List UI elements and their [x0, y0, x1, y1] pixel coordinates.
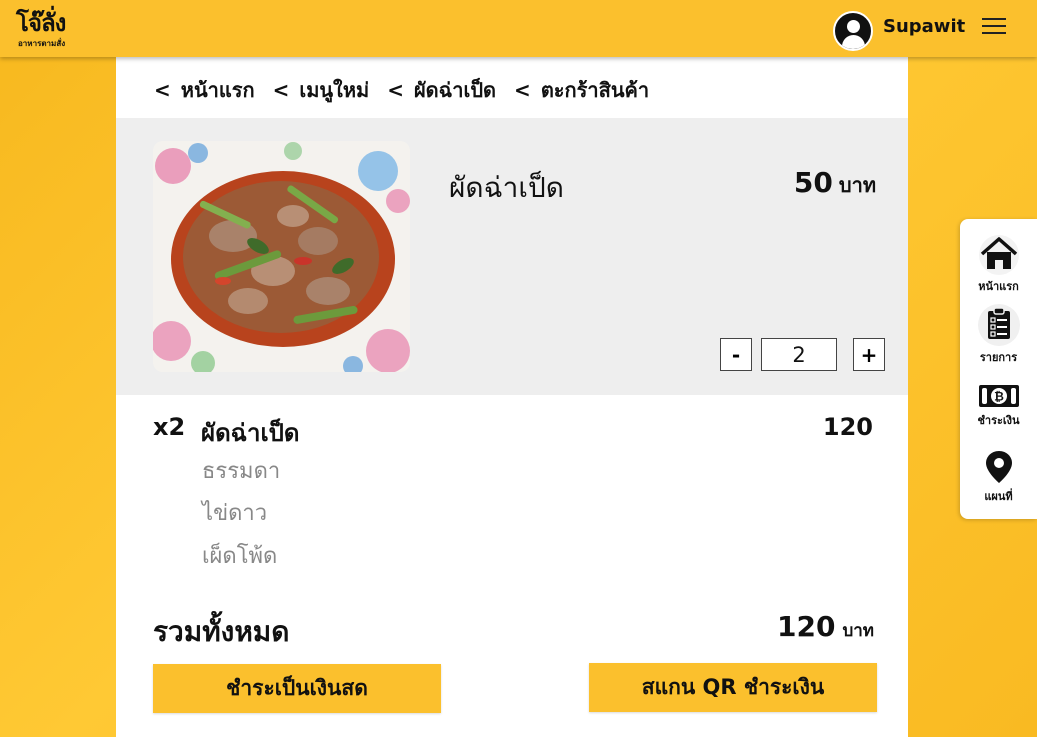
decrease-quantity-button[interactable]: - — [720, 338, 752, 371]
breadcrumb-label: เมนูใหม่ — [299, 78, 370, 102]
logo-subtitle: อาหารตามสั่ง — [18, 39, 66, 48]
nav-label: ชำระเงิน — [977, 414, 1020, 427]
price-value: 50 — [793, 166, 833, 199]
nav-item-payment[interactable]: ₿ ชำระเงิน — [960, 383, 1037, 429]
total-value: 120 — [777, 610, 836, 643]
home-icon — [978, 235, 1019, 275]
increase-quantity-button[interactable]: + — [853, 338, 885, 371]
order-quantity: x2 — [153, 413, 186, 441]
breadcrumb-item-cart[interactable]: < ตะกร้าสินค้า — [514, 74, 649, 106]
order-item-name: ผัดฉ่าเป็ด — [201, 419, 300, 447]
chevron-left-icon: < — [154, 78, 171, 102]
total-label: รวมทั้งหมด — [153, 615, 290, 648]
pay-cash-button[interactable]: ชำระเป็นเงินสด — [153, 664, 441, 713]
hamburger-menu-icon[interactable] — [982, 18, 1006, 36]
avatar-body-shape — [842, 35, 865, 49]
order-option: เผ็ดโพ้ด — [202, 544, 278, 569]
total-unit: บาท — [842, 621, 874, 641]
product-card: ผัดฉ่าเป็ด 50 บาท - + — [116, 118, 908, 395]
nav-label: รายการ — [979, 351, 1018, 364]
chevron-left-icon: < — [387, 78, 404, 102]
price-unit: บาท — [838, 173, 876, 197]
order-option: ไข่ดาว — [202, 501, 268, 526]
bitcoin-payment-icon: ₿ — [978, 385, 1019, 407]
product-price: 50 บาท — [794, 166, 876, 201]
order-item-total: 120 — [822, 413, 873, 441]
chevron-left-icon: < — [514, 78, 531, 102]
chevron-left-icon: < — [272, 78, 290, 102]
logo[interactable]: โจ๊ลั่ง อาหารตามสั่ง — [16, 8, 74, 50]
breadcrumb-label: หน้าแรก — [180, 78, 255, 102]
scan-qr-pay-button[interactable]: สแกน QR ชำระเงิน — [589, 663, 877, 712]
side-navigation: หน้าแรก รายการ ₿ ชำระเงิน แผนที่ — [960, 219, 1037, 519]
nav-item-home[interactable]: หน้าแรก — [960, 235, 1037, 295]
clipboard-icon — [977, 304, 1020, 346]
breadcrumb-label: ผัดฉ่าเป็ด — [413, 78, 497, 102]
total-amount: 120 บาท — [777, 610, 874, 644]
username[interactable]: Supawit — [883, 16, 965, 37]
breadcrumb-item-dish[interactable]: < ผัดฉ่าเป็ด — [387, 74, 496, 106]
avatar-head-shape — [847, 20, 860, 33]
quantity-stepper: - + — [720, 338, 885, 371]
nav-item-map[interactable]: แผนที่ — [960, 449, 1037, 505]
nav-item-orders[interactable]: รายการ — [960, 304, 1037, 366]
breadcrumb: < หน้าแรก < เมนูใหม่ < ผัดฉ่าเป็ด < ตะกร… — [154, 75, 667, 105]
breadcrumb-label: ตะกร้าสินค้า — [540, 78, 650, 102]
top-bar: โจ๊ลั่ง อาหารตามสั่ง Supawit — [0, 0, 1037, 57]
food-image — [153, 141, 410, 372]
quantity-input[interactable] — [761, 338, 837, 371]
breadcrumb-item-home[interactable]: < หน้าแรก — [154, 74, 255, 106]
nav-label: หน้าแรก — [978, 280, 1019, 293]
map-pin-icon — [985, 451, 1012, 483]
breadcrumb-item-new-menu[interactable]: < เมนูใหม่ — [273, 74, 370, 106]
svg-text:₿: ₿ — [994, 390, 1004, 404]
avatar[interactable] — [833, 11, 873, 51]
main-panel: < หน้าแรก < เมนูใหม่ < ผัดฉ่าเป็ด < ตะกร… — [116, 57, 908, 737]
order-option: ธรรมดา — [202, 459, 281, 484]
logo-text: โจ๊ลั่ง — [16, 9, 66, 37]
product-name: ผัดฉ่าเป็ด — [449, 171, 564, 204]
nav-label: แผนที่ — [984, 490, 1013, 503]
